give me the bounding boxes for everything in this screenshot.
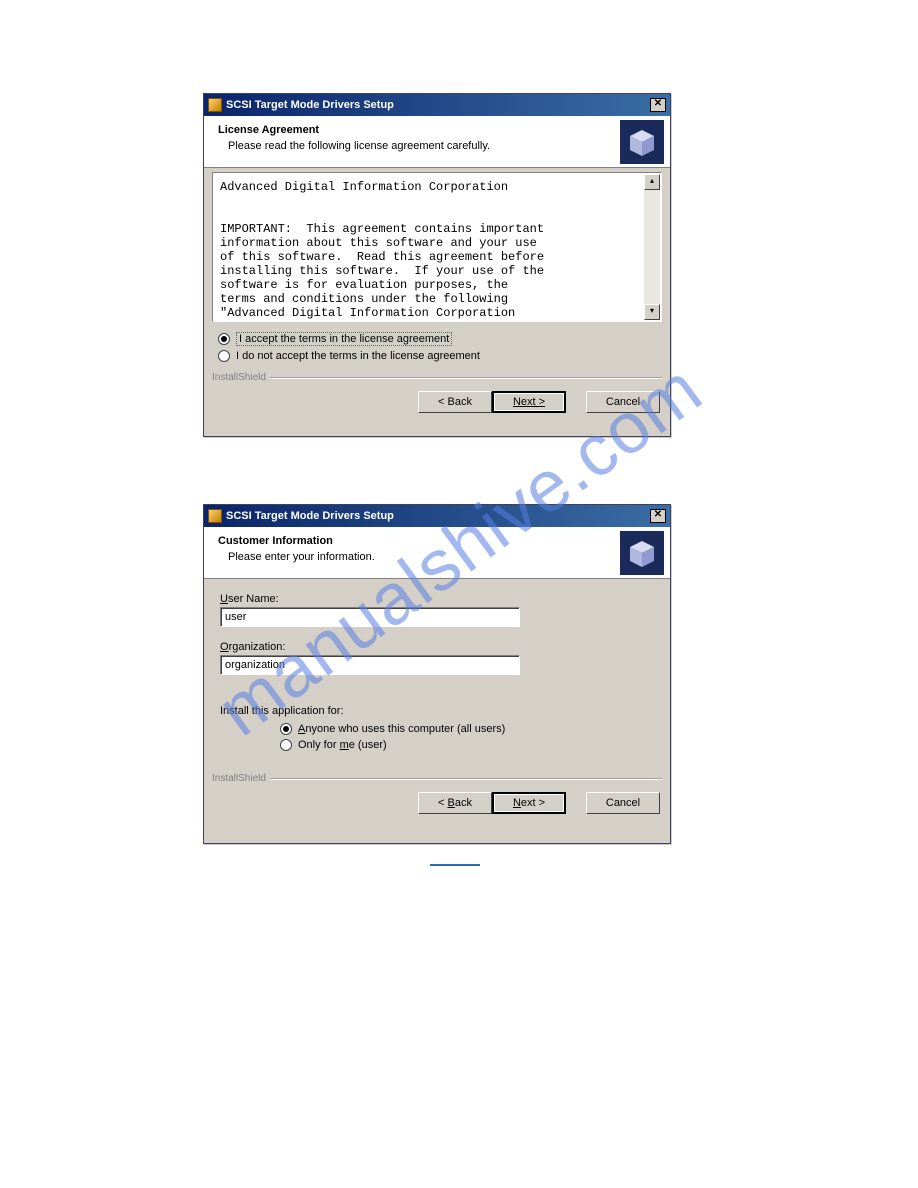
radio-accept-row[interactable]: I accept the terms in the license agreem…	[218, 332, 670, 346]
radio-accept[interactable]	[218, 333, 230, 345]
back-button[interactable]: < Back	[418, 792, 492, 814]
brand-text: InstallShield	[212, 773, 266, 784]
header-title: Customer Information	[218, 535, 656, 547]
license-text: Advanced Digital Information Corporation…	[214, 174, 644, 320]
radio-anyone-label: Anyone who uses this computer (all users…	[298, 723, 505, 735]
back-button[interactable]: < Back	[418, 391, 492, 413]
radio-onlyme-row[interactable]: Only for me (user)	[280, 739, 654, 751]
dialog-header: Customer Information Please enter your i…	[204, 527, 670, 579]
radio-reject-row[interactable]: I do not accept the terms in the license…	[218, 350, 670, 362]
window-title: SCSI Target Mode Drivers Setup	[226, 99, 650, 111]
titlebar[interactable]: SCSI Target Mode Drivers Setup ✕	[204, 505, 670, 527]
radio-onlyme[interactable]	[280, 739, 292, 751]
user-name-label: User Name:	[220, 593, 654, 605]
box-icon	[620, 531, 664, 575]
brand-text: InstallShield	[212, 372, 266, 383]
dialog-body: User Name: Organization: Install this ap…	[204, 579, 670, 763]
customer-info-dialog: SCSI Target Mode Drivers Setup ✕ Custome…	[203, 504, 671, 844]
next-button[interactable]: Next >	[492, 391, 566, 413]
box-icon	[620, 120, 664, 164]
radio-reject-label: I do not accept the terms in the license…	[236, 350, 480, 362]
cancel-button[interactable]: Cancel	[586, 391, 660, 413]
organization-label: Organization:	[220, 641, 654, 653]
installer-icon	[208, 509, 222, 523]
header-subtitle: Please enter your information.	[228, 551, 656, 563]
titlebar[interactable]: SCSI Target Mode Drivers Setup ✕	[204, 94, 670, 116]
organization-field[interactable]	[220, 655, 520, 675]
button-row: < Back Next > Cancel	[204, 385, 670, 421]
header-subtitle: Please read the following license agreem…	[228, 140, 656, 152]
window-title: SCSI Target Mode Drivers Setup	[226, 510, 650, 522]
close-icon[interactable]: ✕	[650, 509, 666, 523]
radio-anyone[interactable]	[280, 723, 292, 735]
close-icon[interactable]: ✕	[650, 98, 666, 112]
radio-onlyme-label: Only for me (user)	[298, 739, 387, 751]
install-for-label: Install this application for:	[220, 705, 654, 717]
scroll-up-icon[interactable]: ▴	[644, 174, 660, 190]
brand-line: InstallShield	[212, 773, 662, 784]
header-title: License Agreement	[218, 124, 656, 136]
license-dialog: SCSI Target Mode Drivers Setup ✕ License…	[203, 93, 671, 437]
installer-icon	[208, 98, 222, 112]
license-textarea[interactable]: Advanced Digital Information Corporation…	[212, 172, 662, 322]
radio-reject[interactable]	[218, 350, 230, 362]
cancel-button[interactable]: Cancel	[586, 792, 660, 814]
next-button[interactable]: Next >	[492, 792, 566, 814]
radio-accept-label: I accept the terms in the license agreem…	[236, 332, 452, 346]
brand-line: InstallShield	[212, 372, 662, 383]
button-row: < Back Next > Cancel	[204, 786, 670, 822]
scrollbar[interactable]: ▴ ▾	[644, 174, 660, 320]
page-divider	[430, 864, 480, 866]
dialog-header: License Agreement Please read the follow…	[204, 116, 670, 168]
scroll-down-icon[interactable]: ▾	[644, 304, 660, 320]
scroll-track[interactable]	[644, 190, 660, 304]
radio-anyone-row[interactable]: Anyone who uses this computer (all users…	[280, 723, 654, 735]
user-name-field[interactable]	[220, 607, 520, 627]
